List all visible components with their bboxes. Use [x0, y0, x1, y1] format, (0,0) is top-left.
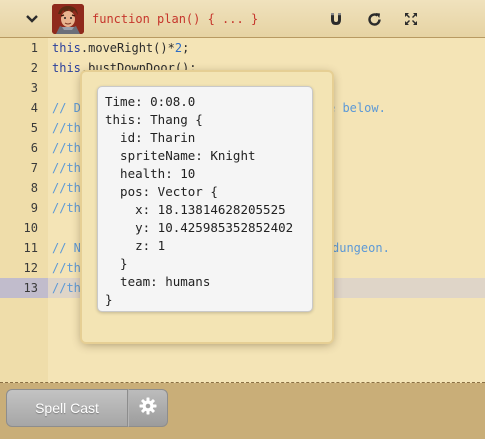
line-number[interactable]: 9	[0, 198, 38, 218]
code-token: ;	[182, 41, 190, 55]
line-number[interactable]: 3	[0, 78, 38, 98]
line-number[interactable]: 8	[0, 178, 38, 198]
line-number[interactable]: 4	[0, 98, 38, 118]
debug-line: x: 18.13814628205525	[105, 202, 286, 217]
spell-toolbar: function plan() { ... }	[0, 0, 485, 38]
debug-line: pos: Vector {	[105, 184, 218, 199]
line-number[interactable]: 12	[0, 258, 38, 278]
line-number[interactable]: 10	[0, 218, 38, 238]
code-line[interactable]: 1 this.moveRight()*2;	[0, 38, 485, 58]
method-signature[interactable]: function plan() { ... }	[92, 12, 258, 26]
debug-line: id: Tharin	[105, 130, 196, 145]
settings-button[interactable]	[128, 389, 168, 427]
debug-line: Time: 0:08.0	[105, 94, 196, 109]
debug-line: z: 1	[105, 238, 166, 253]
line-number[interactable]: 5	[0, 118, 38, 138]
code-token: .moveRight()*	[80, 41, 175, 55]
line-number[interactable]: 11	[0, 238, 38, 258]
code-token: this	[52, 61, 81, 75]
code-token: this	[52, 41, 81, 55]
fullscreen-icon[interactable]	[402, 10, 420, 28]
code-text[interactable]: this.moveRight()*2;	[52, 38, 189, 58]
code-token: e below.	[328, 101, 386, 115]
line-number[interactable]: 6	[0, 138, 38, 158]
line-number[interactable]: 1	[0, 38, 38, 58]
code-token: dungeon.	[332, 241, 390, 255]
gear-icon	[139, 397, 157, 419]
chevron-down-icon[interactable]	[22, 10, 42, 28]
code-token: 2	[174, 41, 183, 55]
debug-line: health: 10	[105, 166, 196, 181]
line-number[interactable]: 13	[0, 278, 48, 298]
debug-line: y: 10.425985352852402	[105, 220, 294, 235]
debug-line: }	[105, 292, 113, 307]
hero-avatar	[52, 4, 84, 34]
debug-line: team: humans	[105, 274, 211, 289]
line-number[interactable]: 7	[0, 158, 38, 178]
debug-line: }	[105, 256, 128, 271]
magnet-icon[interactable]	[327, 10, 345, 28]
debug-line: spriteName: Knight	[105, 148, 256, 163]
debug-value-lines: Time: 0:08.0 this: Thang { id: Tharin spr…	[105, 93, 312, 309]
debug-line: this: Thang {	[105, 112, 203, 127]
spell-cast-button[interactable]: Spell Cast	[6, 389, 128, 427]
line-number[interactable]: 2	[0, 58, 38, 78]
reload-icon[interactable]	[365, 10, 383, 28]
debug-value-popup: Time: 0:08.0 this: Thang { id: Tharin spr…	[97, 86, 313, 312]
